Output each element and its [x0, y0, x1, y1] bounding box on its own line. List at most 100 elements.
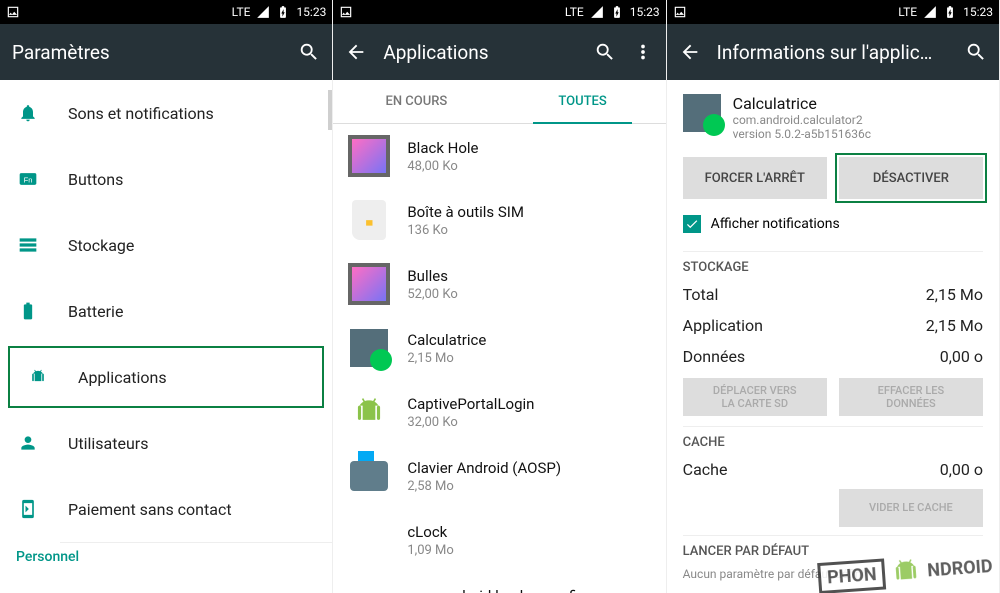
picture-icon — [339, 5, 353, 19]
sidebar-item-batterie[interactable]: Batterie — [0, 278, 332, 344]
calculator-icon — [683, 94, 721, 132]
storage-icon — [18, 235, 38, 255]
battery-icon — [18, 301, 38, 321]
tab-en-cours[interactable]: EN COURS — [333, 80, 499, 123]
app-name: Bulles — [407, 267, 457, 285]
android-icon — [350, 393, 388, 431]
sidebar-item-label: Sons et notifications — [68, 104, 214, 123]
search-button[interactable] — [594, 41, 616, 63]
sidebar-item-utilisateurs[interactable]: Utilisateurs — [0, 410, 332, 476]
nfc-icon — [18, 499, 38, 519]
clock: 15:23 — [630, 5, 660, 19]
panel-settings: LTE 15:23 Paramètres Sons et notificatio… — [0, 0, 333, 593]
app-item[interactable]: CaptivePortalLogin 32,00 Ko — [333, 380, 665, 444]
panel-app-info: LTE 15:23 Informations sur l'applic… Cal… — [667, 0, 1000, 593]
app-item[interactable]: Clavier Android (AOSP) 2,58 Mo — [333, 444, 665, 508]
app-size: 2,58 Mo — [407, 479, 561, 494]
fn-icon: Fn — [18, 169, 38, 189]
sidebar-item-label: Batterie — [68, 302, 123, 321]
lte-indicator: LTE — [898, 5, 917, 19]
app-item[interactable]: com.android.backupconfirm28,00 Ko — [333, 572, 665, 593]
picture-icon — [673, 5, 687, 19]
app-name: cLock — [407, 523, 453, 541]
search-button[interactable] — [965, 41, 987, 63]
disable-button[interactable]: DÉSACTIVER — [839, 157, 983, 199]
signal-icon — [256, 5, 270, 19]
app-name: Calculatrice — [407, 331, 486, 349]
sidebar-item-stockage[interactable]: Stockage — [0, 212, 332, 278]
clock: 15:23 — [296, 5, 326, 19]
app-name: CaptivePortalLogin — [407, 395, 534, 413]
move-to-sd-button[interactable]: DÉPLACER VERSLA CARTE SD — [683, 378, 827, 416]
calculator-icon — [350, 329, 388, 367]
sidebar-item-label: Buttons — [68, 170, 123, 189]
scroll-indicator — [328, 90, 332, 130]
search-icon — [298, 41, 320, 63]
page-title: Paramètres — [12, 41, 282, 64]
status-bar: LTE 15:23 — [333, 0, 665, 24]
settings-list[interactable]: Sons et notifications Fn Buttons Stockag… — [0, 80, 332, 593]
arrow-back-icon — [679, 41, 701, 63]
battery-icon — [276, 5, 290, 19]
battery-icon — [610, 5, 624, 19]
app-item[interactable]: Black Hole 48,00 Ko — [333, 124, 665, 188]
app-bar-settings: Paramètres — [0, 24, 332, 80]
back-button[interactable] — [345, 41, 367, 63]
sim-icon: ▄ — [352, 200, 386, 240]
app-name: Black Hole — [407, 139, 478, 157]
sidebar-item-label: Paiement sans contact — [68, 500, 232, 519]
app-detail-name: Calculatrice — [733, 94, 871, 113]
back-button[interactable] — [679, 41, 701, 63]
tab-toutes[interactable]: TOUTES — [500, 80, 666, 123]
status-bar: LTE 15:23 — [0, 0, 332, 24]
sidebar-item-label: Stockage — [68, 236, 134, 255]
signal-icon — [590, 5, 604, 19]
app-item[interactable]: cLock 1,09 Mo — [333, 508, 665, 572]
bell-icon — [18, 103, 38, 123]
app-item[interactable]: Calculatrice2,15 Mo — [333, 316, 665, 380]
search-button[interactable] — [298, 41, 320, 63]
page-title: Applications — [383, 41, 577, 64]
search-icon — [594, 41, 616, 63]
panel-applications: LTE 15:23 Applications EN COURS TOUTES B… — [333, 0, 666, 593]
more-vert-icon — [632, 41, 654, 63]
app-size: 52,00 Ko — [407, 287, 457, 302]
app-item[interactable]: Bulles 52,00 Ko — [333, 252, 665, 316]
app-item[interactable]: ▄Boîte à outils SIM136 Ko — [333, 188, 665, 252]
android-icon — [28, 367, 48, 387]
storage-donnees: Données0,00 o — [683, 341, 983, 372]
sidebar-item-applications[interactable]: Applications — [8, 346, 324, 408]
app-name: Clavier Android (AOSP) — [407, 459, 561, 477]
lte-indicator: LTE — [232, 5, 251, 19]
check-icon — [683, 215, 701, 233]
signal-icon — [923, 5, 937, 19]
app-size: 1,09 Mo — [407, 543, 453, 558]
app-header: Calculatrice com.android.calculator2 ver… — [683, 80, 983, 151]
app-size: 32,00 Ko — [407, 415, 534, 430]
app-bar-info: Informations sur l'applic… — [667, 24, 999, 80]
sidebar-item-buttons[interactable]: Fn Buttons — [0, 146, 332, 212]
clear-data-button[interactable]: EFFACER LESDONNÉES — [839, 378, 983, 416]
app-info-content[interactable]: Calculatrice com.android.calculator2 ver… — [667, 80, 999, 593]
status-bar: LTE 15:23 — [667, 0, 999, 24]
storage-total: Total2,15 Mo — [683, 279, 983, 310]
overflow-button[interactable] — [632, 41, 654, 63]
sidebar-item-paiement[interactable]: Paiement sans contact — [0, 476, 332, 542]
android-icon — [889, 554, 925, 590]
sidebar-item-label: Applications — [78, 368, 167, 387]
search-icon — [965, 41, 987, 63]
arrow-back-icon — [345, 41, 367, 63]
show-notifications-checkbox[interactable]: Afficher notifications — [683, 209, 983, 245]
force-stop-button[interactable]: FORCER L'ARRÊT — [683, 157, 827, 199]
app-name: Boîte à outils SIM — [407, 203, 524, 221]
app-detail-package: com.android.calculator2 — [733, 113, 871, 127]
app-list[interactable]: Black Hole48,00 Ko ▄Boîte à outils SIM13… — [333, 124, 665, 593]
page-title: Informations sur l'applic… — [717, 41, 949, 64]
clear-cache-button[interactable]: VIDER LE CACHE — [839, 489, 983, 527]
app-size: 48,00 Ko — [407, 159, 478, 174]
app-detail-version: version 5.0.2-a5b151636c — [733, 127, 871, 141]
app-bar-applications: Applications — [333, 24, 665, 80]
sidebar-item-label: Utilisateurs — [68, 434, 148, 453]
storage-application: Application2,15 Mo — [683, 310, 983, 341]
sidebar-item-sons[interactable]: Sons et notifications — [0, 80, 332, 146]
